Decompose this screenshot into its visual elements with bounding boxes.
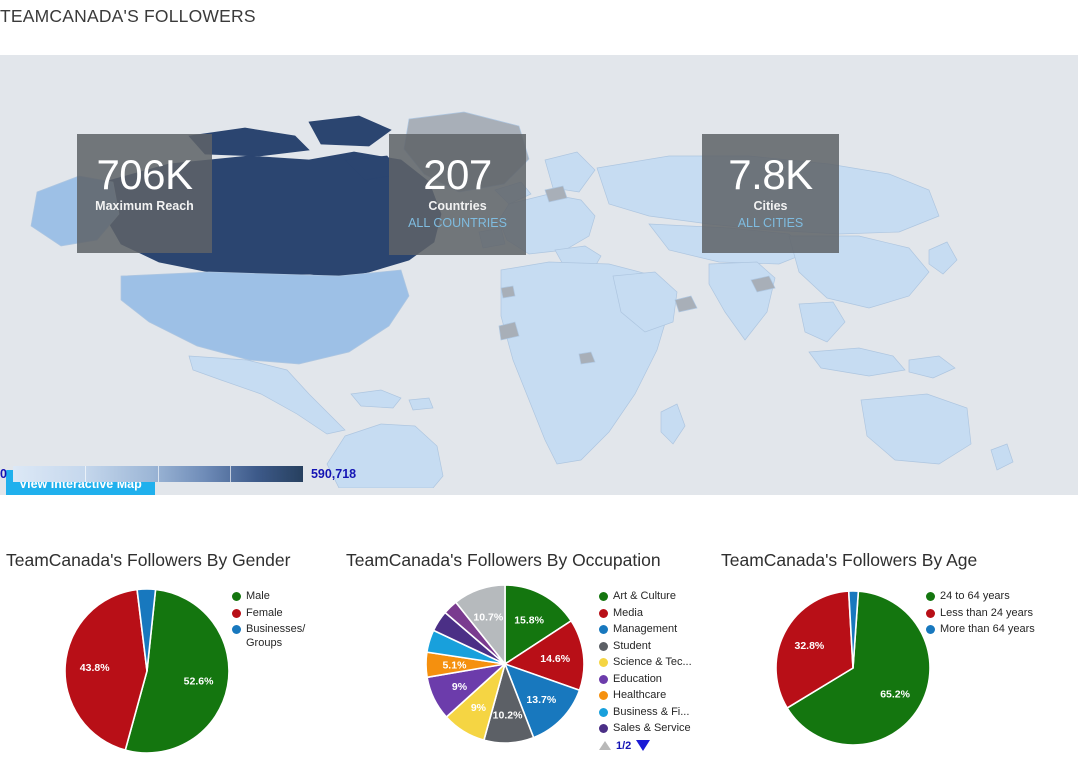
legend-item[interactable]: Science & Tec... [599,656,719,670]
legend-color-dot [599,625,608,634]
pie-slice-label: 65.2% [880,689,910,701]
chart-age: TeamCanada's Followers By Age 65.2% 32.8%… [715,508,1087,766]
page-title: TEAMCANADA'S FOLLOWERS [0,6,256,26]
chart-title: TeamCanada's Followers By Gender [6,550,291,570]
legend-color-dot [926,625,935,634]
legend-item-label: More than 64 years [940,623,1035,635]
chevron-down-icon[interactable] [636,740,651,751]
stat-box-maximum-reach: 706K Maximum Reach [77,134,212,253]
legend-item[interactable]: 24 to 64 years [926,590,1046,604]
legend-item[interactable]: Less than 24 years [926,607,1046,621]
legend-item[interactable]: More than 64 years [926,623,1046,637]
legend-color-dot [599,658,608,667]
legend-item-label: Education [613,672,662,685]
legend-item[interactable]: Healthcare [599,689,719,703]
pie-chart-occupation[interactable]: 15.8% 14.6% 13.7% 10.2% 9% 9% 5.1% 10.7% [422,581,588,752]
legend-item[interactable]: Student [599,640,719,654]
pie-slice-label: 10.7% [473,611,503,623]
pie-svg: 52.6% 43.8% [64,588,230,754]
legend-item-label: Healthcare [613,689,667,701]
legend-item-label: Media [613,606,643,619]
legend-color-dot [232,608,241,618]
stat-value: 706K [96,151,193,198]
stat-box-cities: 7.8K Cities ALL CITIES [702,134,839,253]
legend-item-label: 24 to 64 years [940,590,1010,602]
pie-svg: 65.2% 32.8% [775,590,931,746]
legend-color-dot [232,592,241,601]
chart-title: TeamCanada's Followers By Age [721,550,978,570]
legend-item[interactable]: Businesses/ Groups [232,623,337,650]
all-countries-link[interactable]: ALL COUNTRIES [389,215,526,232]
legend-color-dot [599,707,608,717]
legend-gender: Male Female Businesses/ Groups [232,590,337,653]
legend-gradient-bar [12,466,303,482]
legend-age: 24 to 64 years Less than 24 years More tha… [926,590,1046,640]
legend-item[interactable]: Art & Culture [599,590,719,604]
legend-pager: 1/2 [599,740,719,752]
stat-label: Countries [428,199,487,213]
map-color-legend: 0 590,718 [0,464,356,484]
legend-color-dot [926,608,935,618]
legend-item[interactable]: Business & Fi... [599,706,719,720]
stat-value: 7.8K [728,151,813,198]
pie-slice-label: 43.8% [80,662,110,674]
legend-item-label: Male [246,590,270,602]
pie-chart-age[interactable]: 65.2% 32.8% [773,587,933,754]
legend-item-label: Less than 24 years [940,606,1033,619]
legend-item-label: Businesses/ Groups [246,623,306,649]
pie-slice-label: 52.6% [184,676,214,688]
legend-max-value: 590,718 [310,467,357,481]
pie-slice-label: 13.7% [526,694,556,706]
stat-label: Maximum Reach [95,199,194,213]
legend-item-label: Student [613,639,651,652]
pie-slice-label: 5.1% [442,659,467,671]
pager-page-text: 1/2 [616,739,632,752]
legend-item[interactable]: Management [599,623,719,637]
charts-row: TeamCanada's Followers By Gender 52.6% 43… [0,508,1087,775]
legend-min-value: 0 [0,467,7,481]
legend-item-label: Female [246,606,283,619]
legend-item-label: Business & Fi... [613,705,690,718]
legend-item[interactable]: Male [232,590,337,604]
legend-item-label: Art & Culture [613,590,676,602]
legend-item[interactable]: Sales & Service [599,722,719,736]
legend-color-dot [599,724,608,733]
chevron-up-icon [599,741,611,750]
pie-slice-label: 32.8% [795,640,825,652]
chart-title: TeamCanada's Followers By Occupation [346,550,661,570]
legend-color-dot [599,608,608,618]
stat-value: 207 [423,151,492,198]
legend-color-dot [599,641,608,651]
pie-slice-label: 14.6% [540,653,570,665]
pie-slice-label: 10.2% [493,709,523,721]
legend-item[interactable]: Female [232,607,337,621]
legend-item-label: Sales & Service [613,722,691,734]
world-map-svg [9,64,1069,488]
legend-item-label: Management [613,623,678,635]
legend-color-dot [599,691,608,700]
map-panel: 706K Maximum Reach 207 Countries ALL COU… [0,55,1078,495]
chart-gender: TeamCanada's Followers By Gender 52.6% 43… [0,508,340,766]
legend-item[interactable]: Education [599,673,719,687]
pie-slice-label: 9% [471,702,487,714]
legend-color-dot [926,592,935,601]
stat-label: Cities [753,199,788,213]
pie-svg: 15.8% 14.6% 13.7%10.2% 9%9% 5.1% 10.7% [425,584,585,744]
legend-color-dot [599,592,608,601]
legend-color-dot [599,674,608,684]
pie-slice-label: 15.8% [514,615,544,627]
pie-slice-label: 9% [452,681,468,693]
pie-chart-gender[interactable]: 52.6% 43.8% [62,585,232,762]
legend-item-label: Science & Tec... [613,656,692,668]
stat-box-countries: 207 Countries ALL COUNTRIES [389,134,526,255]
chart-occupation: TeamCanada's Followers By Occupation 15.… [340,508,715,766]
legend-occupation: Art & Culture Media Management Student Scien… [599,590,719,752]
legend-item[interactable]: Media [599,607,719,621]
all-cities-link[interactable]: ALL CITIES [702,215,839,232]
world-map[interactable]: 706K Maximum Reach 207 Countries ALL COU… [9,64,1069,488]
legend-color-dot [232,625,241,634]
